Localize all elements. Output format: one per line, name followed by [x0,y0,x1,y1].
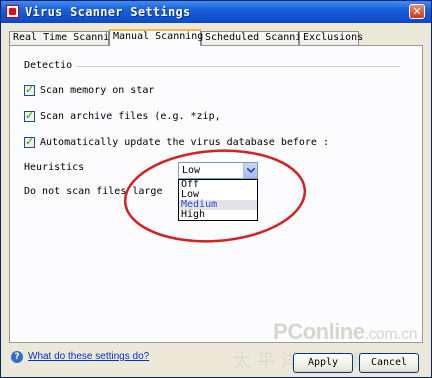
scan-archive-checkbox[interactable]: ✓ [24,109,35,122]
tab-real-time-scanning[interactable]: Real Time Scanning [9,31,121,45]
dropdown-button[interactable] [243,163,257,178]
close-button[interactable]: ✕ [409,4,425,19]
check-mark-icon: ✓ [25,135,35,148]
scan-archive-option[interactable]: ✓ Scan archive files (e.g. *zip, [24,109,224,125]
check-mark-icon: ✓ [25,109,35,122]
auto-update-option[interactable]: ✓ Automatically update the virus databas… [24,135,329,151]
manual-scanning-panel: Detectio ✓ Scan memory on star ✓ Scan ar… [9,45,423,343]
heuristics-option-high[interactable]: High [179,210,257,220]
app-shield-icon [6,5,19,18]
size-limit-label: Do not scan files large [24,186,163,197]
chevron-down-icon [247,168,255,173]
scan-memory-checkbox[interactable]: ✓ [24,83,35,96]
title-bar[interactable]: Virus Scanner Settings ✕ [1,1,431,23]
cancel-button[interactable]: Cancel [359,353,419,373]
help-link[interactable]: What do these settings do? [28,351,149,362]
heuristics-select[interactable]: Low [178,162,258,179]
help-question-icon[interactable]: ? [11,351,23,363]
apply-button[interactable]: Apply [293,353,353,373]
auto-update-label: Automatically update the virus database … [40,137,329,148]
group-divider [74,66,400,67]
heuristics-selected-value: Low [182,165,201,176]
check-mark-icon: ✓ [25,83,35,96]
window-title: Virus Scanner Settings [25,5,191,19]
scan-archive-label: Scan archive files (e.g. *zip, [40,111,221,122]
scan-memory-option[interactable]: ✓ Scan memory on star [24,83,164,99]
tab-manual-scanning[interactable]: Manual Scanning [109,29,203,46]
auto-update-checkbox[interactable]: ✓ [24,135,35,148]
tab-scheduled-scanning[interactable]: Scheduled Scanning [201,31,313,45]
tab-exclusions[interactable]: Exclusions [299,31,363,45]
scan-memory-label: Scan memory on star [40,85,155,96]
detection-group-label: Detectio [24,60,77,71]
settings-window: Virus Scanner Settings ✕ Real Time Scann… [0,0,432,378]
heuristics-dropdown-list: Off Low Medium High [178,179,258,221]
heuristics-label: Heuristics [24,162,85,173]
